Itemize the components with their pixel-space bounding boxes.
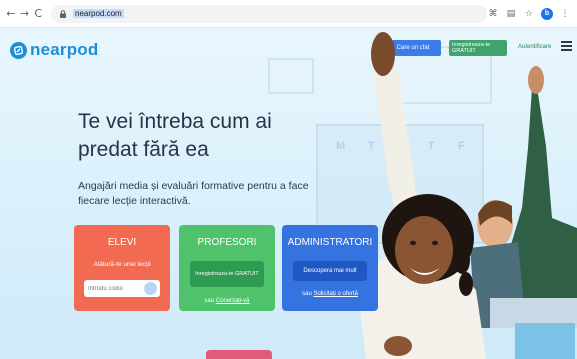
url-text: nearpod.com	[73, 9, 124, 18]
submit-code-icon[interactable]	[144, 282, 157, 295]
administrators-card: ADMINISTRATORI Descopera mai mult sau So…	[282, 225, 378, 311]
request-quote-prefix: sau	[302, 291, 314, 297]
profile-avatar[interactable]: b	[541, 7, 554, 20]
back-icon[interactable]: ←	[6, 7, 16, 21]
hero-title-line: predat fără ea	[78, 138, 209, 161]
hero-subtitle-line: Angajări media și evaluări formative pen…	[78, 180, 309, 192]
address-bar[interactable]: nearpod.com	[51, 4, 488, 23]
reload-icon[interactable]: C	[33, 7, 43, 21]
extension-icon[interactable]: ⌘	[487, 8, 499, 20]
browser-menu-icon[interactable]: ⋮	[559, 8, 571, 20]
hero-title-line: Te vei întreba cum ai	[78, 110, 272, 133]
nearpod-logo-icon	[10, 41, 27, 59]
teacher-login-prefix: sau	[204, 298, 216, 304]
landing-page: M T T F nearpod Care un cfat Inregistrea…	[0, 28, 577, 359]
request-quote-line: sau Solicitați o ofertă	[282, 291, 378, 297]
hero-subtitle: Angajări media și evaluări formative pen…	[78, 179, 338, 209]
students-card-title: ELEVI	[107, 237, 137, 248]
browser-toolbar: ← → C nearpod.com ⌘ ▤ ☆ b ⋮	[0, 0, 577, 28]
teacher-signup-button[interactable]: Inregistreaza-te GRATUIT	[190, 261, 264, 287]
hero-title: Te vei întreba cum ai predat fără ea	[78, 108, 328, 164]
forward-icon[interactable]: →	[20, 7, 30, 21]
students-card: ELEVI Alătură-te unei lecții	[74, 225, 170, 311]
teachers-card-title: PROFESORI	[197, 237, 257, 248]
join-lesson-text: Alătură-te unei lecții	[93, 261, 151, 268]
learn-more-button[interactable]: Descopera mai mult	[293, 261, 367, 281]
administrators-card-title: ADMINISTRATORI	[287, 237, 373, 248]
hero-subtitle-line: fiecare lecție interactivă.	[78, 195, 191, 207]
cast-icon[interactable]: ▤	[505, 8, 517, 20]
bookmark-star-icon[interactable]: ☆	[523, 8, 535, 20]
nearpod-logo[interactable]: nearpod	[10, 40, 98, 60]
teachers-card: PROFESORI Inregistreaza-te GRATUIT sau C…	[179, 225, 275, 311]
logo-text: nearpod	[30, 40, 99, 59]
request-quote-link[interactable]: Solicitați o ofertă	[313, 291, 357, 297]
teacher-login-line: sau Conectați-vă	[179, 298, 275, 304]
teacher-login-link[interactable]: Conectați-vă	[216, 298, 250, 304]
lock-icon	[60, 9, 67, 18]
decorative-stripe	[206, 350, 272, 359]
